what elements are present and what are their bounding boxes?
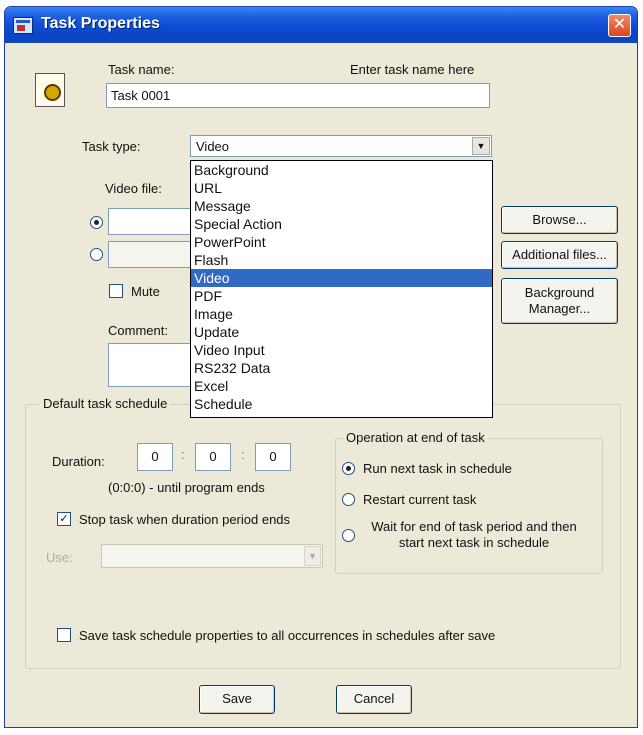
task-type-option[interactable]: RS232 Data: [191, 359, 492, 377]
duration-label: Duration:: [52, 454, 105, 469]
video-file-radio-1[interactable]: [90, 216, 103, 229]
task-name-input[interactable]: Task 0001: [106, 83, 490, 108]
window-title: Task Properties: [41, 15, 160, 32]
mute-checkbox[interactable]: [109, 284, 123, 298]
stop-task-checkbox[interactable]: ✓: [57, 512, 71, 526]
mute-label: Mute: [131, 284, 160, 299]
use-select: ▼: [101, 544, 323, 568]
task-type-option[interactable]: Flash: [191, 251, 492, 269]
run-next-task-radio[interactable]: [342, 462, 355, 475]
task-type-option[interactable]: Background: [191, 161, 492, 179]
task-type-option[interactable]: Video Input: [191, 341, 492, 359]
task-name-hint: Enter task name here: [350, 62, 475, 77]
task-type-option[interactable]: PowerPoint: [191, 233, 492, 251]
wait-end-period-radio[interactable]: [342, 529, 355, 542]
title-bar[interactable]: Task Properties ✕: [5, 7, 637, 43]
video-url-input[interactable]: [108, 241, 198, 268]
comment-input[interactable]: [108, 343, 198, 387]
default-task-schedule-title: Default task schedule: [40, 396, 171, 411]
task-type-dropdown-list[interactable]: Background URL Message Special Action PowerP…: [190, 160, 493, 418]
restart-task-radio[interactable]: [342, 493, 355, 506]
duration-hours-input[interactable]: 0: [137, 443, 173, 471]
close-button[interactable]: ✕: [608, 14, 631, 37]
run-next-task-label: Run next task in schedule: [363, 461, 512, 476]
task-type-option[interactable]: Video: [191, 269, 492, 287]
task-type-option[interactable]: Special Action: [191, 215, 492, 233]
task-document-icon: [35, 73, 65, 107]
additional-files-button[interactable]: Additional files...: [501, 241, 618, 269]
task-type-option[interactable]: Message: [191, 197, 492, 215]
task-type-selected-value: Video: [196, 139, 230, 154]
stop-task-label: Stop task when duration period ends: [79, 512, 291, 527]
chevron-down-icon: ▼: [304, 546, 321, 566]
duration-separator: :: [181, 447, 185, 462]
task-type-select[interactable]: Video ▼: [190, 135, 492, 157]
video-file-label: Video file:: [105, 181, 162, 196]
save-all-occurrences-label: Save task schedule properties to all occ…: [79, 628, 496, 643]
window-app-icon: [13, 17, 33, 34]
comment-label: Comment:: [108, 323, 168, 338]
video-file-radio-2[interactable]: [90, 248, 103, 261]
save-button[interactable]: Save: [199, 685, 275, 714]
end-of-task-title: Operation at end of task: [343, 430, 488, 445]
task-type-label: Task type:: [82, 139, 141, 154]
task-type-option[interactable]: PDF: [191, 287, 492, 305]
save-all-occurrences-checkbox[interactable]: [57, 628, 71, 642]
task-type-option[interactable]: Excel: [191, 377, 492, 395]
cancel-button[interactable]: Cancel: [336, 685, 412, 714]
duration-separator: :: [241, 447, 245, 462]
task-type-option[interactable]: URL: [191, 179, 492, 197]
task-name-label: Task name:: [108, 62, 175, 77]
browse-button[interactable]: Browse...: [501, 206, 618, 234]
restart-task-label: Restart current task: [363, 492, 477, 507]
task-type-option[interactable]: Schedule: [191, 395, 492, 413]
task-type-option[interactable]: Update: [191, 323, 492, 341]
background-manager-button[interactable]: Background Manager...: [501, 278, 618, 324]
task-properties-dialog: Task Properties ✕ Task name: Enter task …: [4, 6, 638, 728]
wait-end-period-label: Wait for end of task period and then sta…: [371, 519, 577, 550]
video-file-input[interactable]: [108, 208, 198, 235]
chevron-down-icon[interactable]: ▼: [472, 137, 490, 155]
task-type-option[interactable]: Image: [191, 305, 492, 323]
duration-seconds-input[interactable]: 0: [255, 443, 291, 471]
duration-minutes-input[interactable]: 0: [195, 443, 231, 471]
duration-hint: (0:0:0) - until program ends: [108, 480, 265, 495]
use-label: Use:: [46, 550, 73, 565]
